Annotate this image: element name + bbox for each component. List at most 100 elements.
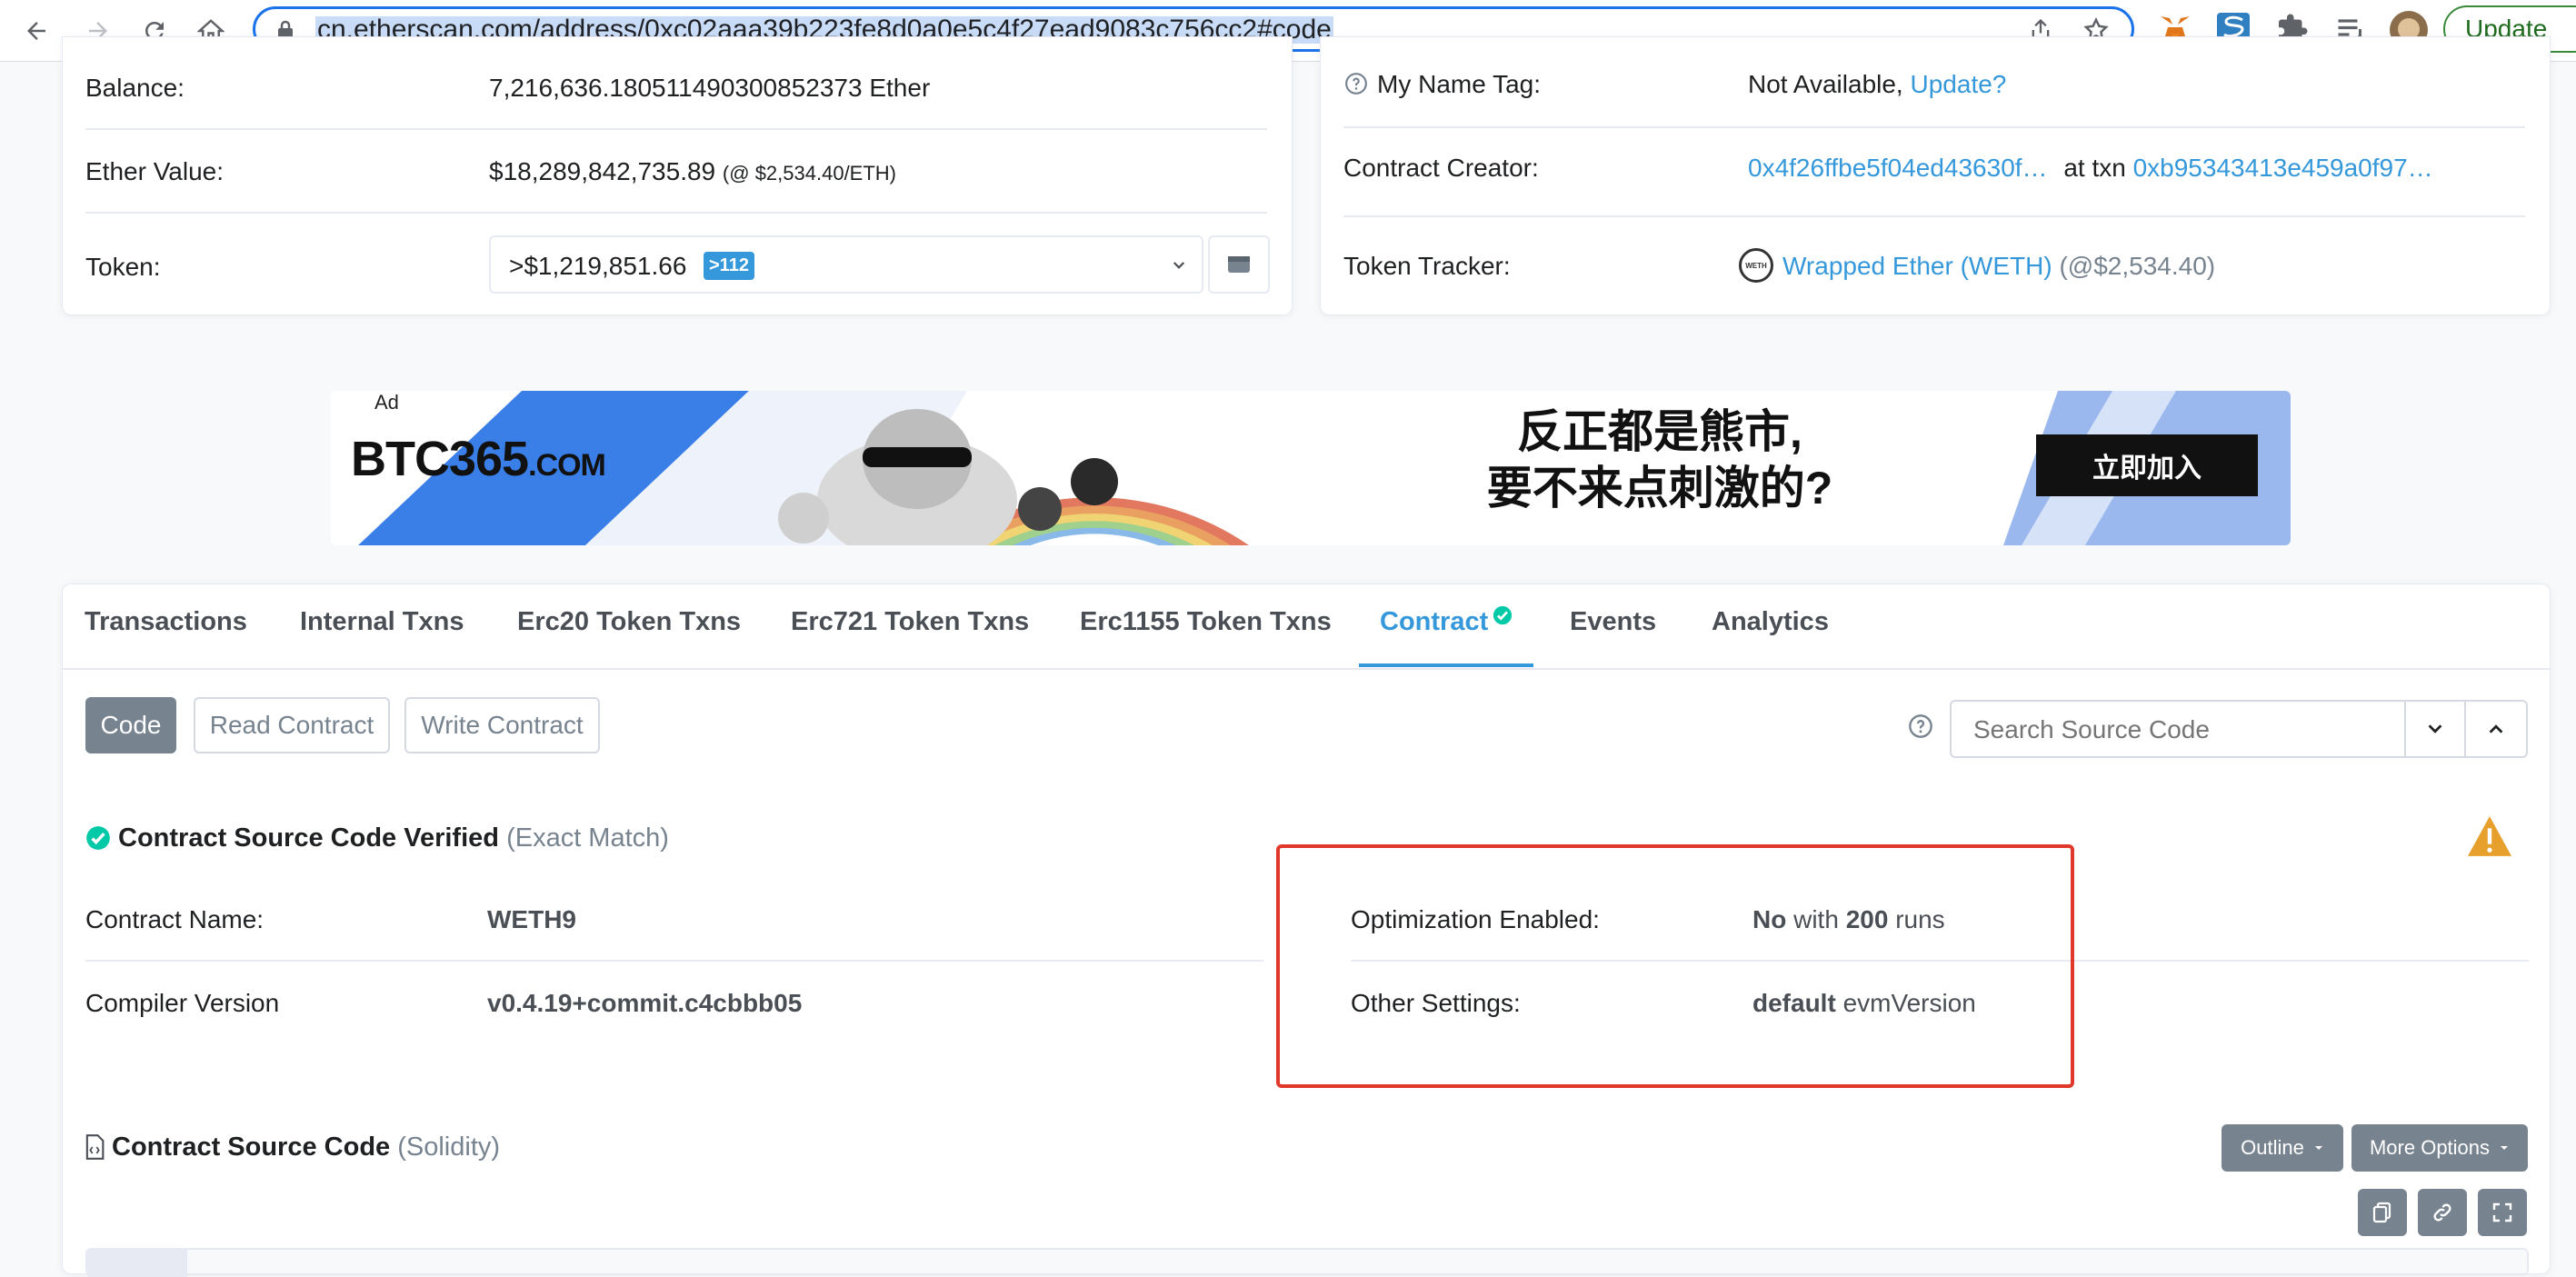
divider xyxy=(85,128,1267,130)
more-options-label: More Options xyxy=(2369,1136,2491,1159)
highlight-annotation-box xyxy=(1276,844,2074,1088)
subtab-code[interactable]: Code xyxy=(85,697,176,753)
caret-down-icon xyxy=(2501,1146,2509,1150)
token-dropdown-value: >$1,219,851.66 xyxy=(509,252,687,280)
tab-erc20-token-txns[interactable]: Erc20 Token Txns xyxy=(517,607,741,637)
source-code-editor[interactable] xyxy=(85,1248,2529,1277)
back-arrow-icon xyxy=(27,22,45,40)
subtab-code-label: Code xyxy=(100,711,162,739)
fullscreen-source-button[interactable] xyxy=(2478,1189,2527,1236)
verified-title: Contract Source Code Verified xyxy=(118,823,499,853)
link-icon xyxy=(2433,1203,2451,1222)
divider xyxy=(1343,215,2525,217)
search-source-code-field[interactable] xyxy=(1972,713,2375,747)
weth-token-logo: WETH xyxy=(1739,248,1773,283)
ad-background-graphic xyxy=(358,391,2291,545)
more-options-dropdown-button[interactable]: More Options xyxy=(2351,1124,2528,1172)
tabs-divider xyxy=(63,668,2550,670)
tab-events[interactable]: Events xyxy=(1570,607,1656,637)
weth-logo-text: WETH xyxy=(1745,261,1767,270)
search-prev-button[interactable] xyxy=(2464,700,2528,758)
expand-icon xyxy=(2492,1202,2512,1222)
verified-heading: Contract Source Code Verified (Exact Mat… xyxy=(118,823,669,853)
ad-brand-suffix: .COM xyxy=(528,448,606,483)
subtab-read-contract[interactable]: Read Contract xyxy=(194,697,390,753)
wallet-icon xyxy=(1228,256,1250,273)
chevron-down-icon xyxy=(1173,262,1185,269)
outline-label: Outline xyxy=(2241,1136,2304,1159)
token-tracker-label: Token Tracker: xyxy=(1343,252,1511,280)
search-next-button[interactable] xyxy=(2404,700,2466,758)
search-help-icon[interactable] xyxy=(1908,713,1933,739)
ad-headline: 反正都是熊市, 要不来点刺激的? xyxy=(1460,404,1860,516)
token-holdings-button[interactable] xyxy=(1208,235,1270,294)
ad-cta-label: 立即加入 xyxy=(2092,454,2202,484)
ad-headline-line2: 要不来点刺激的? xyxy=(1486,463,1833,514)
copy-source-button[interactable] xyxy=(2358,1189,2407,1236)
warning-triangle-icon[interactable] xyxy=(2465,814,2514,858)
source-code-title: Contract Source Code xyxy=(112,1132,391,1162)
contract-creator-value: 0x4f26ffbe5f04ed43630f… at txn 0xb953434… xyxy=(1748,154,2433,183)
outline-dropdown-button[interactable]: Outline xyxy=(2222,1124,2343,1172)
divider xyxy=(85,212,1267,214)
token-dropdown[interactable]: >$1,219,851.66 >112 xyxy=(489,235,1203,294)
ad-banner[interactable]: Ad BTC365.COM 反正都是熊市, 要不来点刺激的? 立即加入 xyxy=(331,391,2291,545)
contract-name-value: WETH9 xyxy=(487,905,576,933)
token-count-badge: >112 xyxy=(704,252,754,280)
contract-name-label: Contract Name: xyxy=(85,905,265,933)
subtab-write-contract-label: Write Contract xyxy=(421,711,584,739)
caret-down-icon xyxy=(2314,1146,2322,1150)
creator-at-txn-text: at txn xyxy=(2063,154,2126,182)
name-tag-value: Not Available, Update? xyxy=(1748,70,2006,99)
ether-price-note: (@ $2,534.40/ETH) xyxy=(722,162,897,185)
code-file-icon xyxy=(85,1134,105,1160)
creator-txn-link[interactable]: 0xb95343413e459a0f97… xyxy=(2133,154,2433,182)
token-tracker-link[interactable]: Wrapped Ether (WETH) xyxy=(1782,252,2052,280)
token-label: Token: xyxy=(85,253,161,281)
subtab-read-contract-label: Read Contract xyxy=(209,711,374,739)
chevron-down-icon xyxy=(2428,724,2442,733)
tab-erc721-token-txns[interactable]: Erc721 Token Txns xyxy=(791,607,1029,637)
token-tracker-price: (@$2,534.40) xyxy=(2059,252,2216,280)
tab-transactions[interactable]: Transactions xyxy=(85,607,247,637)
tab-contract[interactable]: Contract xyxy=(1380,607,1488,637)
question-circle-icon[interactable] xyxy=(1344,72,1368,95)
ether-value-label: Ether Value: xyxy=(85,157,225,185)
name-tag-text: Not Available, xyxy=(1748,70,1903,98)
token-tracker-value: Wrapped Ether (WETH) (@$2,534.40) xyxy=(1782,252,2215,281)
tab-internal-txns[interactable]: Internal Txns xyxy=(300,607,464,637)
ether-value-amount: $18,289,842,735.89 xyxy=(489,157,716,185)
tab-erc1155-token-txns[interactable]: Erc1155 Token Txns xyxy=(1080,607,1332,637)
balance-label: Balance: xyxy=(85,74,185,102)
name-tag-update-link[interactable]: Update? xyxy=(1911,70,2007,98)
source-code-language: (Solidity) xyxy=(397,1132,501,1162)
compiler-version-value: v0.4.19+commit.c4cbbb05 xyxy=(487,989,803,1017)
compiler-version-label: Compiler Version xyxy=(85,989,280,1017)
ether-value: $18,289,842,735.89 (@ $2,534.40/ETH) xyxy=(489,157,896,186)
active-tab-indicator xyxy=(1359,663,1533,667)
ad-cta-button[interactable]: 立即加入 xyxy=(2036,434,2258,496)
balance-value: 7,216,636.180511490300852373 Ether xyxy=(489,74,931,102)
search-source-code-input[interactable] xyxy=(1950,700,2406,758)
overview-card: Balance: 7,216,636.180511490300852373 Et… xyxy=(62,36,1293,315)
name-tag-label: My Name Tag: xyxy=(1377,70,1541,98)
verified-note: (Exact Match) xyxy=(506,823,669,853)
tab-analytics[interactable]: Analytics xyxy=(1712,607,1829,637)
divider xyxy=(1343,126,2525,128)
ad-headline-line1: 反正都是熊市, xyxy=(1517,406,1802,457)
subtab-write-contract[interactable]: Write Contract xyxy=(404,697,600,753)
ad-brand: BTC365.COM xyxy=(351,431,606,487)
chevron-up-icon xyxy=(2489,724,2503,733)
verified-check-icon xyxy=(86,826,110,850)
more-info-card: My Name Tag: Not Available, Update? Cont… xyxy=(1320,36,2551,315)
editor-gutter xyxy=(87,1250,187,1277)
copy-icon xyxy=(2372,1202,2391,1223)
back-button[interactable] xyxy=(18,13,55,49)
link-source-button[interactable] xyxy=(2418,1189,2467,1236)
contract-verified-check-icon xyxy=(1493,605,1513,625)
contract-creator-label: Contract Creator: xyxy=(1343,154,1539,182)
divider xyxy=(85,960,1263,962)
ad-label: Ad xyxy=(367,391,406,414)
creator-address-link[interactable]: 0x4f26ffbe5f04ed43630f… xyxy=(1748,154,2048,182)
ad-brand-name: BTC365 xyxy=(351,432,529,486)
